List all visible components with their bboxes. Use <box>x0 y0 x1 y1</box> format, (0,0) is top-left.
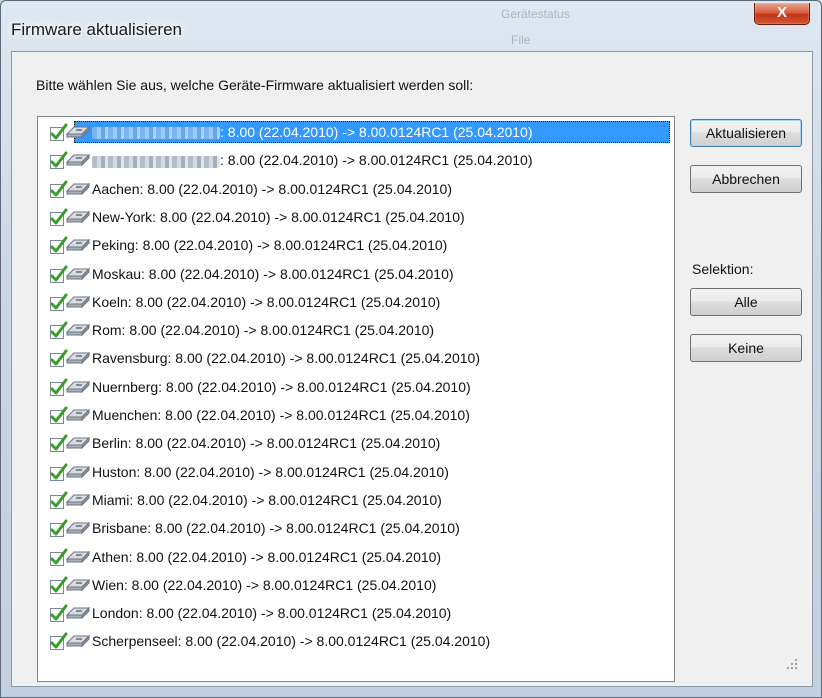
device-label: New-York: 8.00 (22.04.2010) -> 8.00.0124… <box>92 208 465 225</box>
redacted-device-name <box>92 155 220 168</box>
device-label: Aachen: 8.00 (22.04.2010) -> 8.00.0124RC… <box>92 180 452 197</box>
device-list-item[interactable]: Huston: 8.00 (22.04.2010) -> 8.00.0124RC… <box>42 461 668 483</box>
device-list-item[interactable]: Scherpenseel: 8.00 (22.04.2010) -> 8.00.… <box>42 630 668 652</box>
device-icon <box>66 408 90 422</box>
device-list-item[interactable]: Koeln: 8.00 (22.04.2010) -> 8.00.0124RC1… <box>42 291 668 313</box>
device-list-item[interactable]: Miami: 8.00 (22.04.2010) -> 8.00.0124RC1… <box>42 489 668 511</box>
device-label: Scherpenseel: 8.00 (22.04.2010) -> 8.00.… <box>92 633 491 650</box>
device-label: Athen: 8.00 (22.04.2010) -> 8.00.0124RC1… <box>92 548 442 565</box>
device-icon <box>66 210 90 224</box>
device-icon <box>66 238 90 252</box>
device-list-item[interactable]: Athen: 8.00 (22.04.2010) -> 8.00.0124RC1… <box>42 546 668 568</box>
device-list-item[interactable]: : 8.00 (22.04.2010) -> 8.00.0124RC1 (25.… <box>42 149 668 171</box>
device-icon <box>66 550 90 563</box>
update-button[interactable]: Aktualisieren <box>690 119 802 147</box>
device-icon <box>66 380 90 393</box>
device-icon <box>66 352 90 365</box>
close-icon: X <box>776 4 787 21</box>
device-icon <box>66 493 90 507</box>
device-label: Rom: 8.00 (22.04.2010) -> 8.00.0124RC1 (… <box>92 322 435 339</box>
device-list-item[interactable]: Rom: 8.00 (22.04.2010) -> 8.00.0124RC1 (… <box>42 319 668 341</box>
device-firmware-text: : 8.00 (22.04.2010) -> 8.00.0124RC1 (25.… <box>220 124 533 140</box>
device-icon <box>66 323 90 337</box>
device-list-item[interactable]: Berlin: 8.00 (22.04.2010) -> 8.00.0124RC… <box>42 432 668 454</box>
device-label: Berlin: 8.00 (22.04.2010) -> 8.00.0124RC… <box>92 435 441 452</box>
device-label: Nuernberg: 8.00 (22.04.2010) -> 8.00.012… <box>92 378 471 395</box>
dialog-window: Gerätestatus File Firmware aktualisieren… <box>0 0 822 698</box>
device-list-item[interactable]: Brisbane: 8.00 (22.04.2010) -> 8.00.0124… <box>42 517 668 539</box>
device-list-item[interactable]: Nuernberg: 8.00 (22.04.2010) -> 8.00.012… <box>42 376 668 398</box>
device-icon <box>66 606 90 620</box>
device-label: : 8.00 (22.04.2010) -> 8.00.0124RC1 (25.… <box>92 149 533 171</box>
device-icon <box>66 437 90 450</box>
device-label: Muenchen: 8.00 (22.04.2010) -> 8.00.0124… <box>92 407 470 423</box>
device-label: Ravensburg: 8.00 (22.04.2010) -> 8.00.01… <box>92 350 480 367</box>
selection-label: Selektion: <box>692 261 754 277</box>
instruction-text: Bitte wählen Sie aus, welche Geräte-Firm… <box>36 77 474 93</box>
device-icon <box>66 154 90 167</box>
device-icon <box>66 465 90 478</box>
device-list-item[interactable]: : 8.00 (22.04.2010) -> 8.00.0124RC1 (25.… <box>42 121 670 143</box>
device-icon <box>66 578 90 592</box>
device-firmware-text: : 8.00 (22.04.2010) -> 8.00.0124RC1 (25.… <box>220 152 533 169</box>
device-label: Miami: 8.00 (22.04.2010) -> 8.00.0124RC1… <box>92 491 442 508</box>
device-label: Wien: 8.00 (22.04.2010) -> 8.00.0124RC1 … <box>92 576 437 593</box>
device-label: Moskau: 8.00 (22.04.2010) -> 8.00.0124RC… <box>92 265 454 282</box>
device-icon <box>66 267 90 280</box>
select-all-button[interactable]: Alle <box>690 288 802 316</box>
device-list-item[interactable]: Aachen: 8.00 (22.04.2010) -> 8.00.0124RC… <box>42 178 668 200</box>
device-list-item[interactable]: Muenchen: 8.00 (22.04.2010) -> 8.00.0124… <box>42 404 668 426</box>
device-label: Brisbane: 8.00 (22.04.2010) -> 8.00.0124… <box>92 520 460 537</box>
device-label: London: 8.00 (22.04.2010) -> 8.00.0124RC… <box>92 605 452 622</box>
device-list-item[interactable]: Ravensburg: 8.00 (22.04.2010) -> 8.00.01… <box>42 347 668 369</box>
redacted-device-name <box>92 127 220 140</box>
device-checklist[interactable]: : 8.00 (22.04.2010) -> 8.00.0124RC1 (25.… <box>37 116 675 682</box>
device-icon <box>66 635 90 648</box>
resize-grip-icon[interactable] <box>786 658 798 670</box>
device-icon <box>66 521 90 535</box>
device-label: Peking: 8.00 (22.04.2010) -> 8.00.0124RC… <box>92 237 448 254</box>
device-list-item[interactable]: London: 8.00 (22.04.2010) -> 8.00.0124RC… <box>42 602 668 624</box>
window-title: Firmware aktualisieren <box>11 20 182 39</box>
device-label: Koeln: 8.00 (22.04.2010) -> 8.00.0124RC1… <box>92 293 441 310</box>
device-list-item[interactable]: Wien: 8.00 (22.04.2010) -> 8.00.0124RC1 … <box>42 574 668 596</box>
device-label: : 8.00 (22.04.2010) -> 8.00.0124RC1 (25.… <box>92 121 533 143</box>
device-list-item[interactable]: Peking: 8.00 (22.04.2010) -> 8.00.0124RC… <box>42 234 668 256</box>
dialog-content: Bitte wählen Sie aus, welche Geräte-Firm… <box>11 51 813 687</box>
background-ghost-text: File <box>511 33 531 47</box>
device-icon <box>66 182 90 195</box>
title-bar[interactable]: Gerätestatus File Firmware aktualisieren… <box>1 1 821 51</box>
device-icon <box>66 295 90 309</box>
device-list-item[interactable]: Moskau: 8.00 (22.04.2010) -> 8.00.0124RC… <box>42 263 668 285</box>
device-icon <box>66 125 90 139</box>
device-label: Huston: 8.00 (22.04.2010) -> 8.00.0124RC… <box>92 463 449 480</box>
select-none-button[interactable]: Keine <box>690 334 802 362</box>
cancel-button[interactable]: Abbrechen <box>690 165 802 193</box>
background-ghost-text: Gerätestatus <box>501 7 570 21</box>
close-button[interactable]: X <box>754 3 810 25</box>
device-list-item[interactable]: New-York: 8.00 (22.04.2010) -> 8.00.0124… <box>42 206 668 228</box>
